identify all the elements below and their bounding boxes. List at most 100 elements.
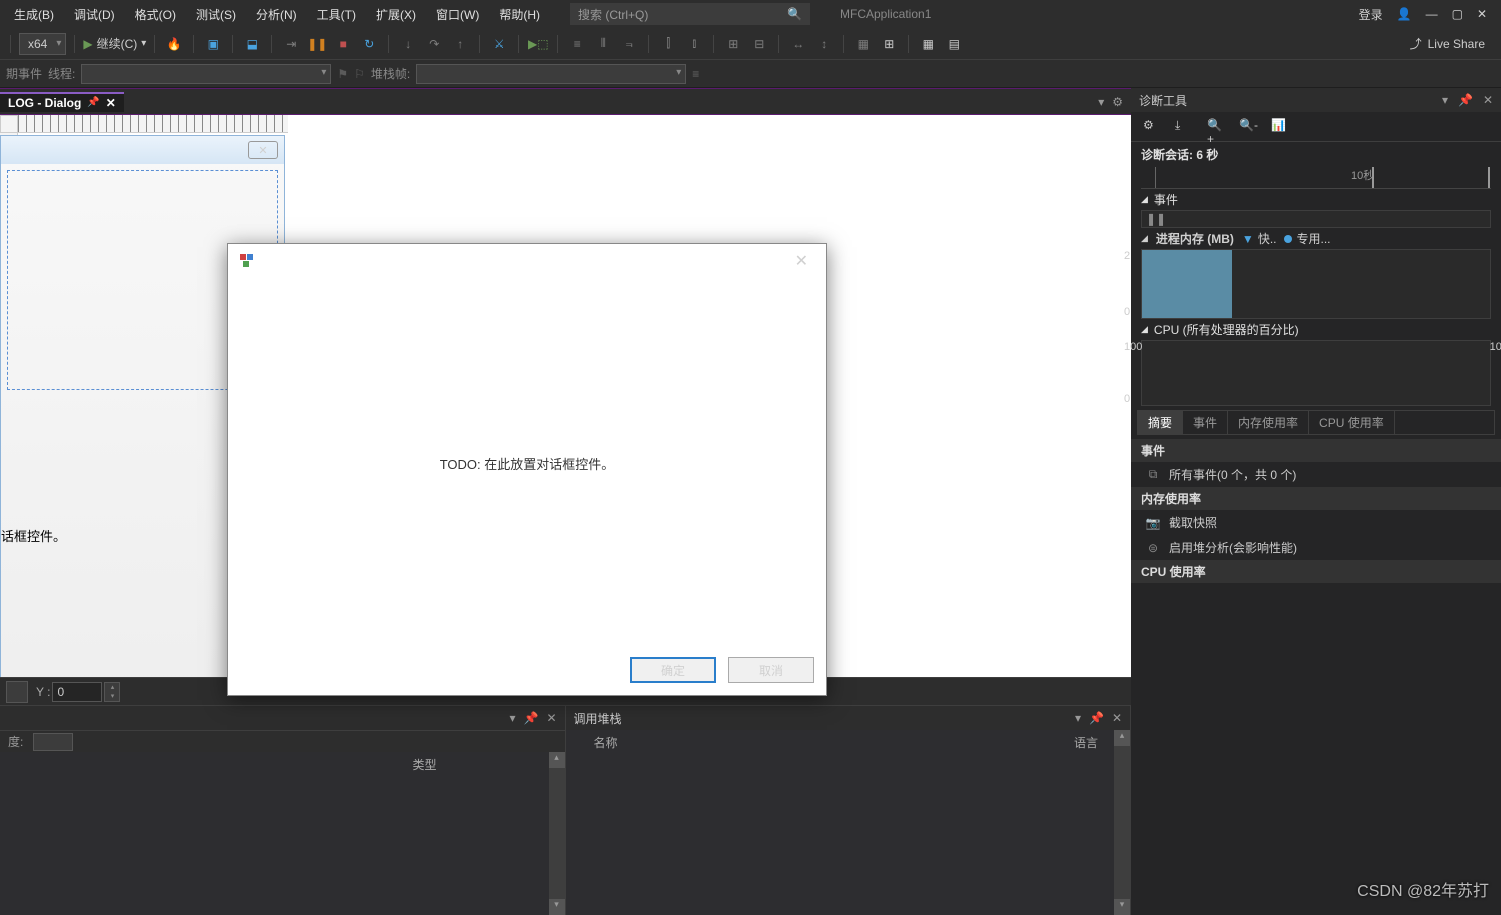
timeline[interactable]: 10秒 [1141,167,1491,189]
panel-close-icon[interactable]: ✕ [546,711,556,725]
step-into-icon[interactable]: ↓ [397,33,419,55]
designer-close-icon[interactable]: ✕ [248,141,278,159]
diag-title: 诊断工具 [1139,92,1187,109]
size-icon-1[interactable]: ↔ [787,33,809,55]
panel-dropdown-icon[interactable]: ▾ [509,711,515,725]
align-icon-1[interactable]: ≡ [566,33,588,55]
runtime-ok-button[interactable]: 确定 [630,657,716,683]
tab-close-icon[interactable]: ✕ [106,96,116,110]
gear-icon[interactable]: ⚙ [1143,118,1161,136]
menu-bar: 生成(B) 调试(D) 格式(O) 测试(S) 分析(N) 工具(T) 扩展(X… [0,0,1501,28]
events-icon: ⧉ [1145,467,1161,482]
menu-test[interactable]: 测试(S) [186,2,246,27]
diag-close-icon[interactable]: ✕ [1483,93,1493,107]
pause-icon[interactable]: ❚❚ [306,33,328,55]
align-icon-3[interactable]: ⫬ [618,33,640,55]
item-snapshot[interactable]: 📷截取快照 [1131,510,1501,535]
distribute-icon-1[interactable]: ⊞ [722,33,744,55]
panel-pin-icon[interactable]: 📌 [523,711,538,725]
menu-window[interactable]: 窗口(W) [426,2,489,27]
events-section[interactable]: ◢事件 [1131,189,1501,210]
stack-label: 堆栈帧: [371,65,410,82]
stack-dropdown[interactable] [416,64,686,84]
menu-build[interactable]: 生成(B) [4,2,64,27]
menu-tools[interactable]: 工具(T) [307,2,366,27]
thread-icon-1[interactable]: ⚑ [337,67,348,81]
menu-format[interactable]: 格式(O) [125,2,186,27]
thread-icon-2[interactable]: ⚐ [354,67,365,81]
y-input[interactable] [52,682,102,702]
step-over-icon[interactable]: ↷ [423,33,445,55]
item-all-events[interactable]: ⧉所有事件(0 个，共 0 个) [1131,462,1501,487]
grid-toggle-icon[interactable]: ▦ [917,33,939,55]
stop-icon[interactable]: ■ [332,33,354,55]
zoom-out-icon[interactable]: 🔍- [1239,118,1257,136]
restart-icon[interactable]: ↻ [358,33,380,55]
width-dropdown[interactable] [33,733,73,751]
tool-icon-4[interactable]: ▶⬚ [527,33,549,55]
align-icon-5[interactable]: ⫾ [683,33,705,55]
cs-dropdown-icon[interactable]: ▾ [1075,711,1081,725]
grid-icon[interactable]: ⊞ [878,33,900,55]
login-link[interactable]: 登录 [1359,6,1383,23]
cpu-section[interactable]: ◢CPU (所有处理器的百分比) [1131,319,1501,340]
continue-button[interactable]: ▶ 继续(C) ▾ [83,35,146,52]
tab-dialog[interactable]: LOG - Dialog 📌 ✕ [0,92,124,112]
tool-icon-3[interactable]: ⚔ [488,33,510,55]
minimize-icon[interactable]: — [1426,7,1438,21]
tab-summary[interactable]: 摘要 [1138,411,1183,434]
tab-memory[interactable]: 内存使用率 [1228,411,1309,434]
maximize-icon[interactable]: ▢ [1452,7,1463,21]
menu-analyze[interactable]: 分析(N) [246,2,307,27]
size-icon-2[interactable]: ↕ [813,33,835,55]
tab-dropdown-icon[interactable]: ▾ [1098,95,1104,109]
diag-tabs: 摘要 事件 内存使用率 CPU 使用率 [1137,410,1495,435]
align-icon-4[interactable]: ⫿ [657,33,679,55]
diag-pin-icon[interactable]: 📌 [1458,93,1473,107]
tool-icon-1[interactable]: ▣ [202,33,224,55]
width-label: 度: [8,733,23,750]
live-share-button[interactable]: ⤴ Live Share [1400,35,1495,52]
guides-icon[interactable]: ▤ [943,33,965,55]
thread-dropdown[interactable] [81,64,331,84]
tool-icon-2[interactable]: ⬓ [241,33,263,55]
menu-extensions[interactable]: 扩展(X) [366,2,426,27]
item-heap[interactable]: ⊜启用堆分析(会影响性能) [1131,535,1501,560]
cs-close-icon[interactable]: ✕ [1112,711,1122,725]
coord-box-1[interactable] [6,681,28,703]
cs-pin-icon[interactable]: 📌 [1089,711,1104,725]
watermark: CSDN @82年苏打 [1357,877,1489,901]
menu-debug[interactable]: 调试(D) [64,2,125,27]
tab-events[interactable]: 事件 [1183,411,1228,434]
cpu-chart[interactable]: 100100 00 [1141,340,1491,406]
platform-dropdown[interactable]: x64 [19,33,66,55]
menu-help[interactable]: 帮助(H) [489,2,550,27]
center-icon[interactable]: ▦ [852,33,874,55]
user-icon[interactable]: 👤 [1397,7,1412,21]
align-icon-2[interactable]: ⫴ [592,33,614,55]
distribute-icon-2[interactable]: ⊟ [748,33,770,55]
zoom-in-icon[interactable]: 🔍+ [1207,118,1225,136]
runtime-cancel-button[interactable]: 取消 [728,657,814,683]
export-icon[interactable]: ⤓ [1175,118,1193,136]
search-input[interactable]: 搜索 (Ctrl+Q) 🔍 [570,3,810,25]
step-out-icon[interactable]: ↑ [449,33,471,55]
tab-cpu[interactable]: CPU 使用率 [1309,411,1395,434]
memory-chart[interactable]: 22 00 [1141,249,1491,319]
runtime-close-icon[interactable]: ✕ [787,249,816,273]
step-icon[interactable]: ⇥ [280,33,302,55]
pin-icon[interactable]: 📌 [87,97,99,108]
left-scrollbar[interactable]: ▴▾ [549,752,565,915]
diag-dropdown-icon[interactable]: ▾ [1442,93,1448,107]
hot-reload-icon[interactable]: 🔥 [163,33,185,55]
cs-scrollbar[interactable]: ▴▾ [1114,730,1130,915]
memory-section[interactable]: ◢ 进程内存 (MB) ▼快.. 专用... [1131,228,1501,249]
y-spinner[interactable]: ▴▾ [104,682,120,702]
document-tabs: LOG - Dialog 📌 ✕ ▾ ⚙ [0,89,1131,115]
tab-gear-icon[interactable]: ⚙ [1112,95,1123,109]
lang-column: 语言 [1074,734,1098,751]
chart-icon[interactable]: 📊 [1271,118,1289,136]
close-window-icon[interactable]: ✕ [1477,7,1487,21]
app-title: MFCApplication1 [840,7,1359,21]
runtime-titlebar[interactable]: ✕ [228,244,826,278]
